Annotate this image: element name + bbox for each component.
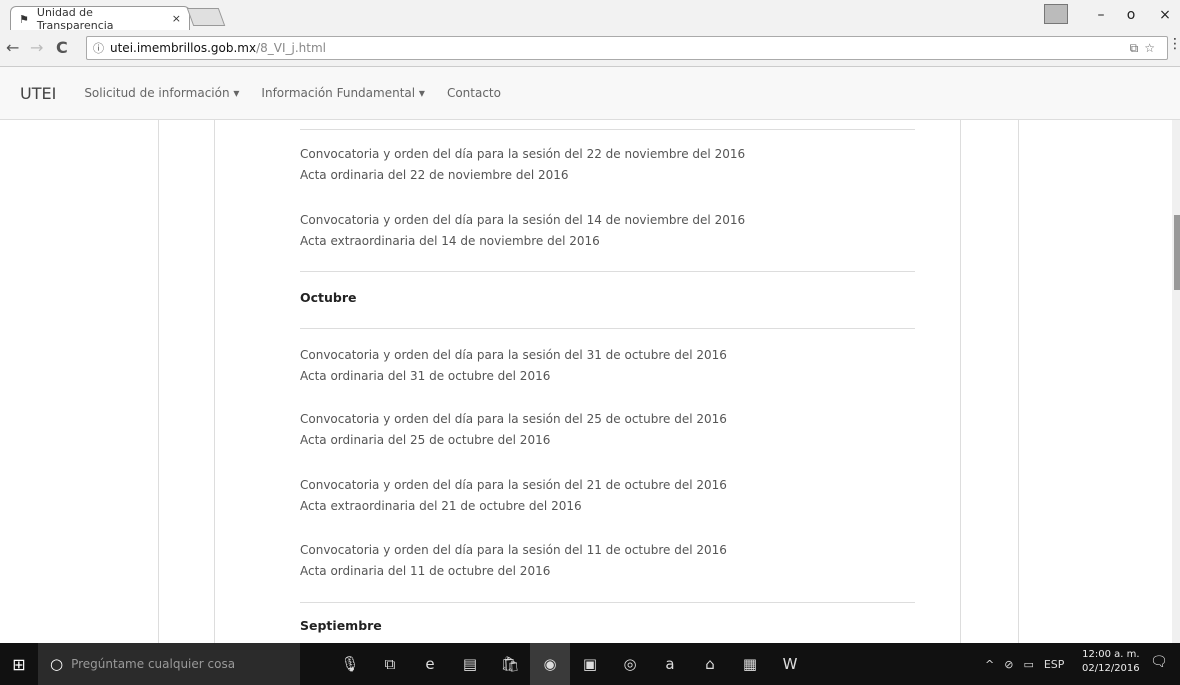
browser-tab[interactable]: ⚑ Unidad de Transparencia × [10, 5, 190, 32]
site-brand[interactable]: UTEI [20, 84, 56, 103]
cortana-icon: ○ [50, 655, 64, 673]
month-heading-octubre: Octubre [300, 290, 357, 305]
site-favicon-icon: ⚑ [19, 12, 29, 26]
profile-avatar[interactable] [1044, 4, 1068, 24]
battery-icon[interactable]: ▭ [1023, 658, 1033, 671]
url-path: /8_VI_j.html [256, 41, 327, 55]
word-icon[interactable]: W [770, 643, 810, 685]
file-explorer-icon[interactable]: ▤ [450, 643, 490, 685]
page-content: Convocatoria y orden del día para la ses… [0, 120, 1180, 643]
column-border [1018, 120, 1019, 643]
convocatoria-link[interactable]: Convocatoria y orden del día para la ses… [300, 144, 745, 165]
column-border [158, 120, 159, 643]
acta-link[interactable]: Acta extraordinaria del 14 de noviembre … [300, 231, 745, 252]
taskbar-search[interactable]: ○ Pregúntame cualquier cosa [38, 643, 300, 685]
column-border [960, 120, 961, 643]
acta-link[interactable]: Acta ordinaria del 11 de octubre del 201… [300, 561, 727, 582]
notifications-icon[interactable]: 🗨 [1150, 654, 1168, 670]
list-item: Convocatoria y orden del día para la ses… [300, 540, 727, 582]
taskbar-apps: 🎙 ⧉ e ▤ 🛍 ◉ ▣ ◎ a ⌂ ▦ W [330, 643, 810, 685]
list-item: Convocatoria y orden del día para la ses… [300, 210, 745, 252]
browser-menu-icon[interactable]: ⋮ [1168, 36, 1180, 52]
nav-contacto[interactable]: Contacto [447, 86, 501, 100]
list-item: Convocatoria y orden del día para la ses… [300, 475, 727, 517]
network-icon[interactable]: ⊘ [1004, 658, 1013, 671]
tray-chevron-icon[interactable]: ^ [985, 658, 994, 671]
reload-button[interactable]: C [56, 38, 68, 57]
list-item: Convocatoria y orden del día para la ses… [300, 345, 727, 387]
minimize-button[interactable]: – [1086, 0, 1116, 30]
edge-icon[interactable]: e [410, 643, 450, 685]
home-icon[interactable]: ⌂ [690, 643, 730, 685]
task-view-icon[interactable]: ⧉ [370, 643, 410, 685]
acta-link[interactable]: Acta extraordinaria del 21 de octubre de… [300, 496, 727, 517]
list-item: Convocatoria y orden del día para la ses… [300, 144, 745, 186]
acta-link[interactable]: Acta ordinaria del 31 de octubre del 201… [300, 366, 727, 387]
convocatoria-link[interactable]: Convocatoria y orden del día para la ses… [300, 540, 727, 561]
language-indicator[interactable]: ESP [1044, 658, 1065, 671]
translate-bookmark-icons[interactable]: ⧉☆ [1130, 41, 1161, 56]
divider [300, 271, 915, 272]
microphone-icon[interactable]: 🎙 [330, 643, 370, 685]
nav-informacion-fundamental[interactable]: Información Fundamental ▾ [261, 86, 425, 100]
tab-title: Unidad de Transparencia [36, 5, 114, 32]
browser-tab-bar: ⚑ Unidad de Transparencia × – o × [0, 0, 1180, 32]
app-icon[interactable]: ▣ [570, 643, 610, 685]
windows-start-icon[interactable]: ⊞ [0, 643, 38, 685]
chrome-icon[interactable]: ◉ [530, 643, 570, 685]
acta-link[interactable]: Acta ordinaria del 22 de noviembre del 2… [300, 165, 745, 186]
month-heading-septiembre: Septiembre [300, 618, 382, 633]
clock-time: 12:00 a. m. [1082, 649, 1140, 660]
url-host: utei.imembrillos.gob.mx [110, 41, 257, 55]
spotify-icon[interactable]: ◎ [610, 643, 650, 685]
divider [300, 129, 915, 130]
restore-button[interactable]: o [1116, 0, 1146, 30]
convocatoria-link[interactable]: Convocatoria y orden del día para la ses… [300, 345, 727, 366]
search-placeholder: Pregúntame cualquier cosa [71, 657, 236, 671]
clock-date: 02/12/2016 [1082, 663, 1140, 674]
info-icon[interactable]: ⓘ [93, 40, 104, 56]
divider [300, 602, 915, 603]
nav-solicitud[interactable]: Solicitud de información ▾ [84, 86, 239, 100]
list-item: Convocatoria y orden del día para la ses… [300, 409, 727, 451]
forward-button[interactable]: → [30, 38, 43, 57]
convocatoria-link[interactable]: Convocatoria y orden del día para la ses… [300, 210, 745, 231]
acta-link[interactable]: Acta ordinaria del 25 de octubre del 201… [300, 430, 727, 451]
amazon-icon[interactable]: a [650, 643, 690, 685]
address-bar[interactable]: ⓘ utei.imembrillos.gob.mx /8_VI_j.html ⧉… [86, 36, 1168, 60]
site-navbar: UTEI Solicitud de información ▾ Informac… [0, 67, 1180, 120]
tab-close-icon[interactable]: × [172, 12, 181, 25]
scrollbar-thumb[interactable] [1174, 215, 1180, 290]
close-window-button[interactable]: × [1150, 0, 1180, 30]
convocatoria-link[interactable]: Convocatoria y orden del día para la ses… [300, 409, 727, 430]
back-button[interactable]: ← [6, 38, 19, 57]
column-border [214, 120, 215, 643]
store-icon[interactable]: 🛍 [490, 643, 530, 685]
photos-icon[interactable]: ▦ [730, 643, 770, 685]
divider [300, 328, 915, 329]
scrollbar-track[interactable] [1172, 120, 1180, 643]
system-tray: ^ ⊘ ▭ ESP [985, 643, 1074, 685]
clock[interactable]: 12:00 a. m. 02/12/2016 [1082, 648, 1140, 676]
convocatoria-link[interactable]: Convocatoria y orden del día para la ses… [300, 475, 727, 496]
new-tab-button[interactable] [186, 8, 226, 26]
